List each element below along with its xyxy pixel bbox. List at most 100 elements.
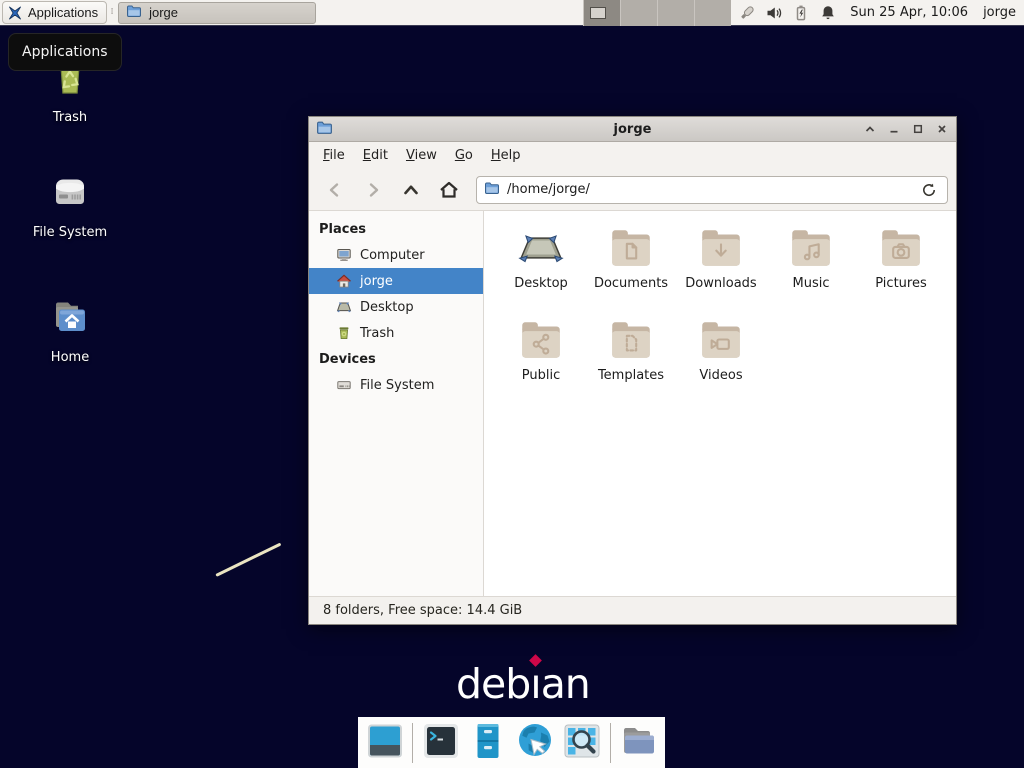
trash-icon: [336, 325, 352, 341]
desktop-icon-label: Trash: [53, 110, 87, 125]
reload-button[interactable]: [918, 179, 940, 201]
camera-folder-icon: [876, 223, 926, 273]
dock-file-manager-launcher[interactable]: [617, 720, 660, 765]
desktop-icon-label: Home: [51, 350, 89, 365]
dock-app-finder-launcher[interactable]: [561, 720, 604, 765]
home-big-icon: [48, 295, 92, 343]
applications-tooltip: Applications: [8, 33, 122, 71]
file-manager-window: jorge FileEditViewGoHelp /home/jorge/ Pl…: [308, 116, 957, 625]
sidebar-item-computer[interactable]: Computer: [309, 242, 483, 268]
file-item-music[interactable]: Music: [766, 223, 856, 315]
file-item-label: Pictures: [875, 276, 926, 291]
file-manager-icon: [618, 721, 658, 765]
taskbar-window-button[interactable]: jorge: [118, 2, 316, 24]
app-finder-icon: [562, 721, 602, 765]
file-item-public[interactable]: Public: [496, 315, 586, 407]
sidebar-item-label: File System: [360, 378, 434, 393]
sidebar-item-jorge[interactable]: jorge: [309, 268, 483, 294]
file-item-label: Templates: [598, 368, 664, 383]
dock-web-browser-launcher[interactable]: [514, 720, 557, 765]
drive-icon: [336, 377, 352, 393]
sidebar: Places Computer jorgeDesktop Trash Devices Fi…: [309, 211, 484, 596]
file-item-pictures[interactable]: Pictures: [856, 223, 946, 315]
panel-handle[interactable]: ⁞: [107, 8, 117, 17]
dock-show-desktop-launcher[interactable]: [363, 720, 406, 765]
location-bar[interactable]: /home/jorge/: [476, 176, 948, 204]
clock[interactable]: Sun 25 Apr, 10:06: [850, 5, 968, 20]
shade-button[interactable]: [862, 122, 877, 137]
document-folder-icon: [606, 223, 656, 273]
file-item-documents[interactable]: Documents: [586, 223, 676, 315]
up-button[interactable]: [393, 175, 429, 205]
desktop-icon-home[interactable]: Home: [10, 295, 130, 365]
cursor-trail: [215, 543, 281, 577]
toolbar: /home/jorge/: [309, 169, 956, 210]
sidebar-item-trash[interactable]: Trash: [309, 320, 483, 346]
statusbar-text: 8 folders, Free space: 14.4 GiB: [323, 603, 522, 618]
sidebar-item-label: Computer: [360, 248, 425, 263]
sidebar-header-devices: Devices: [309, 346, 483, 372]
desktop-icon: [336, 299, 352, 315]
desktop48-folder-icon: [516, 223, 566, 273]
notifications-bell-icon[interactable]: [817, 2, 839, 24]
share-folder-icon: [516, 315, 566, 365]
menu-edit[interactable]: Edit: [354, 144, 397, 167]
sidebar-item-file-system[interactable]: File System: [309, 372, 483, 398]
file-item-label: Desktop: [514, 276, 568, 291]
workspace-window-preview: [590, 7, 606, 19]
window-content: PlacesComputerjorgeDesktopTrashDevicesFi…: [309, 210, 956, 596]
workspace-1[interactable]: [583, 0, 620, 26]
menu-file[interactable]: File: [314, 144, 354, 167]
file-list: Desktop Documents Downloads Music Pictures Pu…: [484, 211, 956, 596]
desktop-icon-file-system[interactable]: File System: [10, 170, 130, 240]
menu-go[interactable]: Go: [446, 144, 482, 167]
web-browser-icon: [515, 721, 555, 765]
battery-icon[interactable]: [790, 2, 812, 24]
workspace-pager[interactable]: [583, 0, 731, 26]
location-path[interactable]: /home/jorge/: [507, 182, 590, 197]
sidebar-header-places: Places: [309, 216, 483, 242]
dock-file-cabinet-launcher[interactable]: [466, 720, 509, 765]
desktop: Applications ⁞ jorge Sun 25 Apr, 10:06 j…: [0, 0, 1024, 768]
panel-username[interactable]: jorge: [983, 5, 1016, 20]
maximize-button[interactable]: [910, 122, 925, 137]
show-desktop-icon: [365, 721, 405, 765]
sidebar-item-label: Trash: [360, 326, 394, 341]
file-item-label: Downloads: [685, 276, 756, 291]
video-folder-icon: [696, 315, 746, 365]
input-device-tray-icon[interactable]: [736, 2, 758, 24]
workspace-3[interactable]: [657, 0, 694, 26]
menu-view[interactable]: View: [397, 144, 446, 167]
workspace-2[interactable]: [620, 0, 657, 26]
menubar: FileEditViewGoHelp: [309, 142, 956, 169]
dock-terminal-launcher[interactable]: [419, 720, 462, 765]
sidebar-item-desktop[interactable]: Desktop: [309, 294, 483, 320]
menu-help[interactable]: Help: [482, 144, 530, 167]
top-panel: Applications ⁞ jorge Sun 25 Apr, 10:06 j…: [0, 0, 1024, 26]
close-button[interactable]: [934, 122, 949, 137]
applications-menu-button[interactable]: Applications: [2, 1, 107, 24]
workspace-4[interactable]: [694, 0, 731, 26]
home-icon: [336, 273, 352, 289]
debian-diamond: [530, 654, 543, 667]
music-folder-icon: [786, 223, 836, 273]
forward-button[interactable]: [355, 175, 391, 205]
xfce-applications-icon: [7, 5, 23, 21]
minimize-button[interactable]: [886, 122, 901, 137]
file-item-label: Music: [793, 276, 830, 291]
file-item-label: Public: [522, 368, 560, 383]
folder-icon: [126, 3, 142, 22]
file-item-downloads[interactable]: Downloads: [676, 223, 766, 315]
file-item-videos[interactable]: Videos: [676, 315, 766, 407]
home-button[interactable]: [431, 175, 467, 205]
desktop-icon-label: File System: [33, 225, 107, 240]
window-titlebar[interactable]: jorge: [309, 117, 956, 142]
volume-icon[interactable]: [763, 2, 785, 24]
back-button[interactable]: [317, 175, 353, 205]
debian-logo: debıan: [456, 660, 590, 708]
statusbar: 8 folders, Free space: 14.4 GiB: [309, 596, 956, 624]
file-item-templates[interactable]: Templates: [586, 315, 676, 407]
window-title: jorge: [309, 122, 956, 137]
taskbar-window-label: jorge: [149, 5, 178, 20]
file-item-desktop[interactable]: Desktop: [496, 223, 586, 315]
